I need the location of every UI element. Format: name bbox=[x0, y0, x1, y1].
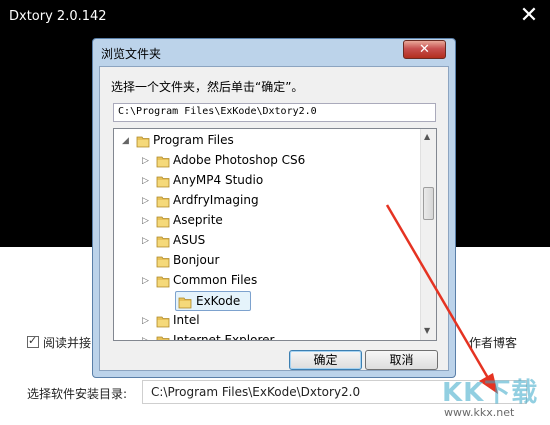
ok-button[interactable]: 确定 bbox=[289, 350, 362, 370]
folder-icon bbox=[156, 156, 170, 168]
tree-item[interactable]: ◢ Program Files bbox=[114, 131, 414, 151]
tree-item-label: ASUS bbox=[173, 233, 206, 247]
tree-expander-icon[interactable]: ◢ bbox=[122, 136, 130, 146]
dialog-body: 选择一个文件夹，然后单击“确定”。 C:\Program Files\ExKod… bbox=[99, 66, 449, 371]
install-dir-value: C:\Program Files\ExKode\Dxtory2.0 bbox=[151, 385, 361, 399]
folder-icon bbox=[156, 336, 170, 340]
tree-item[interactable]: ▷ Internet Explorer bbox=[114, 331, 414, 341]
tree-item-label: AnyMP4 Studio bbox=[173, 173, 264, 187]
folder-path-field[interactable]: C:\Program Files\ExKode\Dxtory2.0 bbox=[113, 103, 436, 122]
agree-label: 阅读并接 bbox=[43, 336, 92, 350]
tree-item[interactable]: Bonjour bbox=[114, 251, 414, 271]
dialog-title: 浏览文件夹 bbox=[101, 47, 162, 61]
tree-expander-icon[interactable]: ▷ bbox=[142, 336, 150, 340]
tree-expander-icon[interactable]: ▷ bbox=[142, 316, 150, 326]
folder-icon bbox=[156, 316, 170, 328]
folder-icon bbox=[156, 176, 170, 188]
tree-item[interactable]: ▷ Aseprite bbox=[114, 211, 414, 231]
tree-item-label: Adobe Photoshop CS6 bbox=[173, 153, 306, 167]
scroll-down-icon[interactable]: ▼ bbox=[424, 326, 430, 335]
author-blog-link[interactable]: 作者博客 bbox=[469, 334, 517, 351]
installer-title: Dxtory 2.0.142 bbox=[9, 9, 107, 24]
scroll-up-icon[interactable]: ▲ bbox=[424, 132, 430, 141]
tree-item-label: Intel bbox=[173, 313, 200, 327]
tree-item-label: ArdfryImaging bbox=[173, 193, 259, 207]
folder-icon bbox=[156, 236, 170, 248]
tree-expander-icon[interactable]: ▷ bbox=[142, 236, 150, 246]
agree-checkbox[interactable] bbox=[27, 334, 39, 348]
tree-item-label: Bonjour bbox=[173, 253, 220, 267]
tree-expander-icon[interactable]: ▷ bbox=[142, 196, 150, 206]
dialog-prompt: 选择一个文件夹，然后单击“确定”。 bbox=[111, 80, 304, 94]
folder-icon bbox=[156, 256, 170, 268]
tree-item[interactable]: ▷ ASUS bbox=[114, 231, 414, 251]
dialog-close-button[interactable]: ✕ bbox=[403, 40, 446, 59]
folder-icon bbox=[156, 216, 170, 228]
folder-icon bbox=[178, 297, 192, 309]
tree-item-label: Internet Explorer bbox=[173, 333, 275, 341]
browse-folder-dialog: 浏览文件夹 ✕ 选择一个文件夹，然后单击“确定”。 C:\Program Fil… bbox=[92, 38, 456, 378]
tree-item-label: Program Files bbox=[153, 133, 234, 147]
install-dir-input[interactable]: C:\Program Files\ExKode\Dxtory2.0 bbox=[142, 380, 527, 404]
folder-icon bbox=[136, 136, 150, 148]
tree-item[interactable]: ▷ Adobe Photoshop CS6 bbox=[114, 151, 414, 171]
folder-icon bbox=[156, 196, 170, 208]
tree-item-label: Aseprite bbox=[173, 213, 223, 227]
tree-expander-icon[interactable]: ▷ bbox=[142, 216, 150, 226]
tree-expander-icon[interactable]: ▷ bbox=[142, 276, 150, 286]
tree-expander-icon[interactable]: ▷ bbox=[142, 176, 150, 186]
scroll-thumb[interactable] bbox=[423, 187, 434, 220]
tree-item-label: ExKode bbox=[196, 294, 241, 308]
tree-expander-icon[interactable] bbox=[142, 256, 150, 266]
watermark-url: www.kkx.net bbox=[444, 406, 515, 419]
folder-tree[interactable]: ◢ Program Files ▷ Adobe Photoshop CS6 ▷ AnyMP… bbox=[113, 128, 437, 341]
tree-scrollbar[interactable]: ▲ ▼ bbox=[420, 129, 436, 340]
tree-item[interactable]: ▷ AnyMP4 Studio bbox=[114, 171, 414, 191]
tree-item[interactable]: ▷ Common Files bbox=[114, 271, 414, 291]
tree-item[interactable]: ExKode bbox=[175, 291, 251, 311]
close-icon: ✕ bbox=[419, 42, 430, 57]
folder-icon bbox=[156, 276, 170, 288]
install-dir-label: 选择软件安装目录: bbox=[27, 387, 128, 401]
tree-item[interactable]: ▷ Intel bbox=[114, 311, 414, 331]
installer-close-icon[interactable]: ✕ bbox=[515, 2, 543, 30]
tree-expander-icon[interactable]: ▷ bbox=[142, 156, 150, 166]
cancel-button[interactable]: 取消 bbox=[365, 350, 438, 370]
tree-item[interactable]: ▷ ArdfryImaging bbox=[114, 191, 414, 211]
tree-item-label: Common Files bbox=[173, 273, 258, 287]
folder-path-value: C:\Program Files\ExKode\Dxtory2.0 bbox=[118, 106, 317, 117]
